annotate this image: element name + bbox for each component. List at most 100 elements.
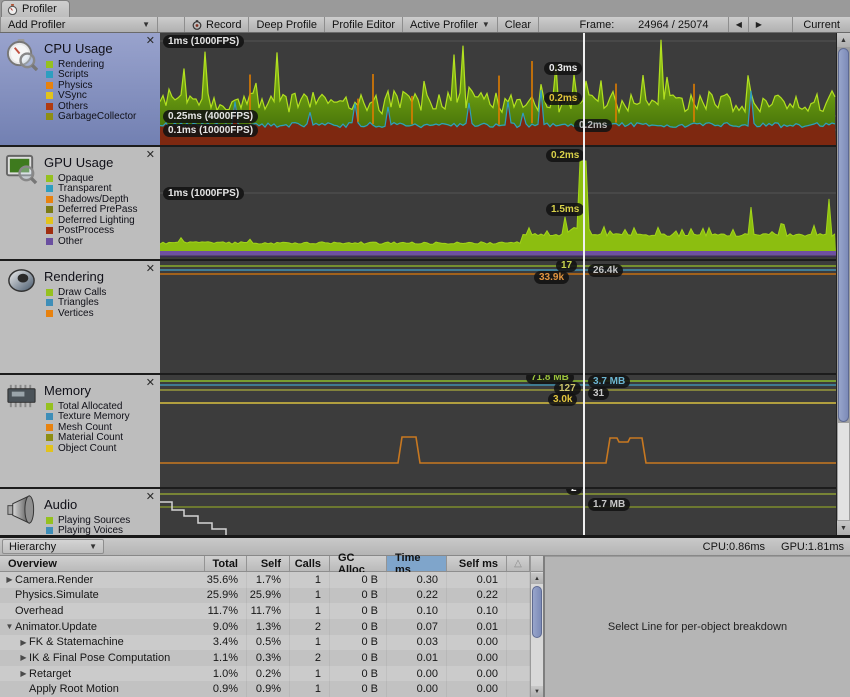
scrollbar-track[interactable] [838, 423, 849, 520]
record-icon [192, 20, 202, 30]
profiler-charts-area: CPU Usage✕RenderingScriptsPhysicsVSyncOt… [0, 33, 850, 535]
table-scrollbar-thumb[interactable] [532, 586, 542, 638]
close-icon[interactable]: ✕ [146, 490, 155, 503]
profiler-toolbar: Add Profiler▼ Record Deep Profile Profil… [0, 17, 850, 33]
legend-item-physics: Physics [46, 80, 136, 91]
legend-swatch [46, 413, 53, 420]
foldout-closed-icon[interactable]: ▶ [18, 669, 29, 678]
deep-profile-button[interactable]: Deep Profile [249, 17, 325, 32]
gpu-time-stat: GPU:1.81ms [781, 541, 844, 553]
sort-triangle-icon[interactable]: △ [507, 556, 530, 571]
legend-item-deferred-lighting: Deferred Lighting [46, 215, 137, 226]
close-icon[interactable]: ✕ [146, 262, 155, 275]
detail-message: Select Line for per-object breakdown [608, 621, 787, 633]
cell-total: 1.1% [205, 650, 247, 666]
legend-item-vsync: VSync [46, 91, 136, 102]
module-memory[interactable]: Memory✕Total AllocatedTexture MemoryMesh… [0, 375, 160, 487]
cell-total: 0.9% [205, 681, 247, 697]
module-audio[interactable]: Audio✕Playing SourcesPlaying Voices [0, 489, 160, 535]
cell-gc: 0 B [330, 603, 387, 619]
legend-item-postprocess: PostProcess [46, 226, 137, 237]
charts-scrollbar-thumb[interactable] [838, 48, 849, 422]
cell-calls: 1 [290, 666, 330, 682]
module-title: CPU Usage [44, 41, 113, 56]
module-cpu-usage[interactable]: CPU Usage✕RenderingScriptsPhysicsVSyncOt… [0, 33, 160, 145]
frame-label: Frame: [569, 17, 618, 32]
prev-frame-button[interactable]: ◀ [728, 17, 748, 32]
legend-swatch [46, 113, 53, 120]
table-scrollbar[interactable]: ▲ ▼ [530, 556, 543, 697]
rendering-chart[interactable]: 1726.4k33.9k [160, 261, 836, 373]
column-self-ms[interactable]: Self ms [447, 556, 507, 571]
legend-swatch [46, 103, 53, 110]
cell-calls: 2 [290, 650, 330, 666]
close-icon[interactable]: ✕ [146, 148, 155, 161]
cell-spacer [507, 572, 530, 588]
cell-spacer [507, 635, 530, 651]
current-frame-button[interactable]: Current [792, 17, 850, 32]
legend-item-opaque: Opaque [46, 173, 137, 184]
frame-stats: CPU:0.86ms GPU:1.81ms [703, 541, 850, 553]
legend-swatch [46, 517, 53, 524]
row-label: Overhead [15, 605, 63, 617]
foldout-open-icon[interactable]: ▼ [4, 622, 15, 631]
foldout-closed-icon[interactable]: ▶ [18, 638, 29, 647]
chart-value-label: 0.2ms [544, 92, 582, 105]
legend-swatch [46, 289, 53, 296]
cell-calls: 1 [290, 603, 330, 619]
scroll-up-icon[interactable]: ▲ [837, 33, 850, 47]
column-total[interactable]: Total [205, 556, 247, 571]
cell-time: 0.07 [387, 619, 447, 635]
close-icon[interactable]: ✕ [146, 376, 155, 389]
legend-swatch [46, 196, 53, 203]
module-gpu-usage[interactable]: GPU Usage✕OpaqueTransparentShadows/Depth… [0, 147, 160, 259]
hierarchy-table: Overview Total Self Calls GC Alloc Time … [0, 556, 530, 697]
frame-indicator-line[interactable] [583, 33, 585, 535]
column-gc-alloc[interactable]: GC Alloc [330, 556, 387, 571]
close-icon[interactable]: ✕ [146, 34, 155, 47]
chart-value-label: 1.5ms [546, 203, 584, 216]
column-calls[interactable]: Calls [290, 556, 330, 571]
table-row-animator-update[interactable]: ▼Animator.Update9.0%1.3%20 B0.070.01 [0, 619, 530, 635]
column-overview[interactable]: Overview [0, 556, 205, 571]
table-row-apply-root-motion[interactable]: Apply Root Motion0.9%0.9%10 B0.000.00 [0, 681, 530, 697]
chart-value-label: 1ms (1000FPS) [163, 187, 244, 200]
table-row-physics-simulate[interactable]: Physics.Simulate25.9%25.9%10 B0.220.22 [0, 588, 530, 604]
module-rendering[interactable]: Rendering✕Draw CallsTrianglesVertices [0, 261, 160, 373]
cell-time: 0.22 [387, 588, 447, 604]
table-row-retarget[interactable]: ▶Retarget1.0%0.2%10 B0.000.00 [0, 666, 530, 682]
add-profiler-dropdown[interactable]: Add Profiler▼ [0, 17, 158, 32]
legend-swatch [46, 434, 53, 441]
scroll-down-icon[interactable]: ▼ [837, 521, 850, 535]
table-row-overhead[interactable]: Overhead11.7%11.7%10 B0.100.10 [0, 603, 530, 619]
legend-item-total-allocated: Total Allocated [46, 401, 130, 412]
cell-gc: 0 B [330, 650, 387, 666]
table-row-ik-final-pose-computation[interactable]: ▶IK & Final Pose Computation1.1%0.3%20 B… [0, 650, 530, 666]
legend-item-playing-sources: Playing Sources [46, 515, 130, 526]
profile-editor-button[interactable]: Profile Editor [325, 17, 403, 32]
cell-self_ms: 0.10 [447, 603, 507, 619]
next-frame-button[interactable]: ▶ [748, 17, 768, 32]
legend-item-mesh-count: Mesh Count [46, 422, 130, 433]
table-row-fk-statemachine[interactable]: ▶FK & Statemachine3.4%0.5%10 B0.030.00 [0, 635, 530, 651]
memory-chart[interactable]: 71.8 MB3.7 MB127313.0k [160, 375, 836, 487]
tab-profiler[interactable]: Profiler [1, 0, 70, 17]
cpu-chart[interactable]: 1ms (1000FPS)0.25ms (4000FPS)0.1ms (1000… [160, 33, 836, 145]
view-mode-dropdown[interactable]: Hierarchy▼ [2, 539, 104, 554]
foldout-closed-icon[interactable]: ▶ [18, 653, 29, 662]
foldout-closed-icon[interactable]: ▶ [4, 575, 15, 584]
column-time-ms[interactable]: Time ms [387, 556, 447, 571]
active-profiler-dropdown[interactable]: Active Profiler▼ [403, 17, 498, 32]
cell-time: 0.00 [387, 681, 447, 697]
scroll-up-icon[interactable]: ▲ [531, 573, 543, 584]
audio-chart[interactable]: 21.7 MB [160, 489, 836, 535]
legend-item-material-count: Material Count [46, 433, 130, 444]
clear-button[interactable]: Clear [498, 17, 539, 32]
charts-scrollbar[interactable]: ▲ ▼ [836, 33, 850, 535]
gpu-chart[interactable]: 0.2ms1ms (1000FPS)1.5ms [160, 147, 836, 259]
column-self[interactable]: Self [247, 556, 290, 571]
table-row-camera-render[interactable]: ▶Camera.Render35.6%1.7%10 B0.300.01 [0, 572, 530, 588]
scroll-down-icon[interactable]: ▼ [531, 686, 543, 697]
legend-swatch [46, 403, 53, 410]
record-button[interactable]: Record [184, 17, 249, 32]
